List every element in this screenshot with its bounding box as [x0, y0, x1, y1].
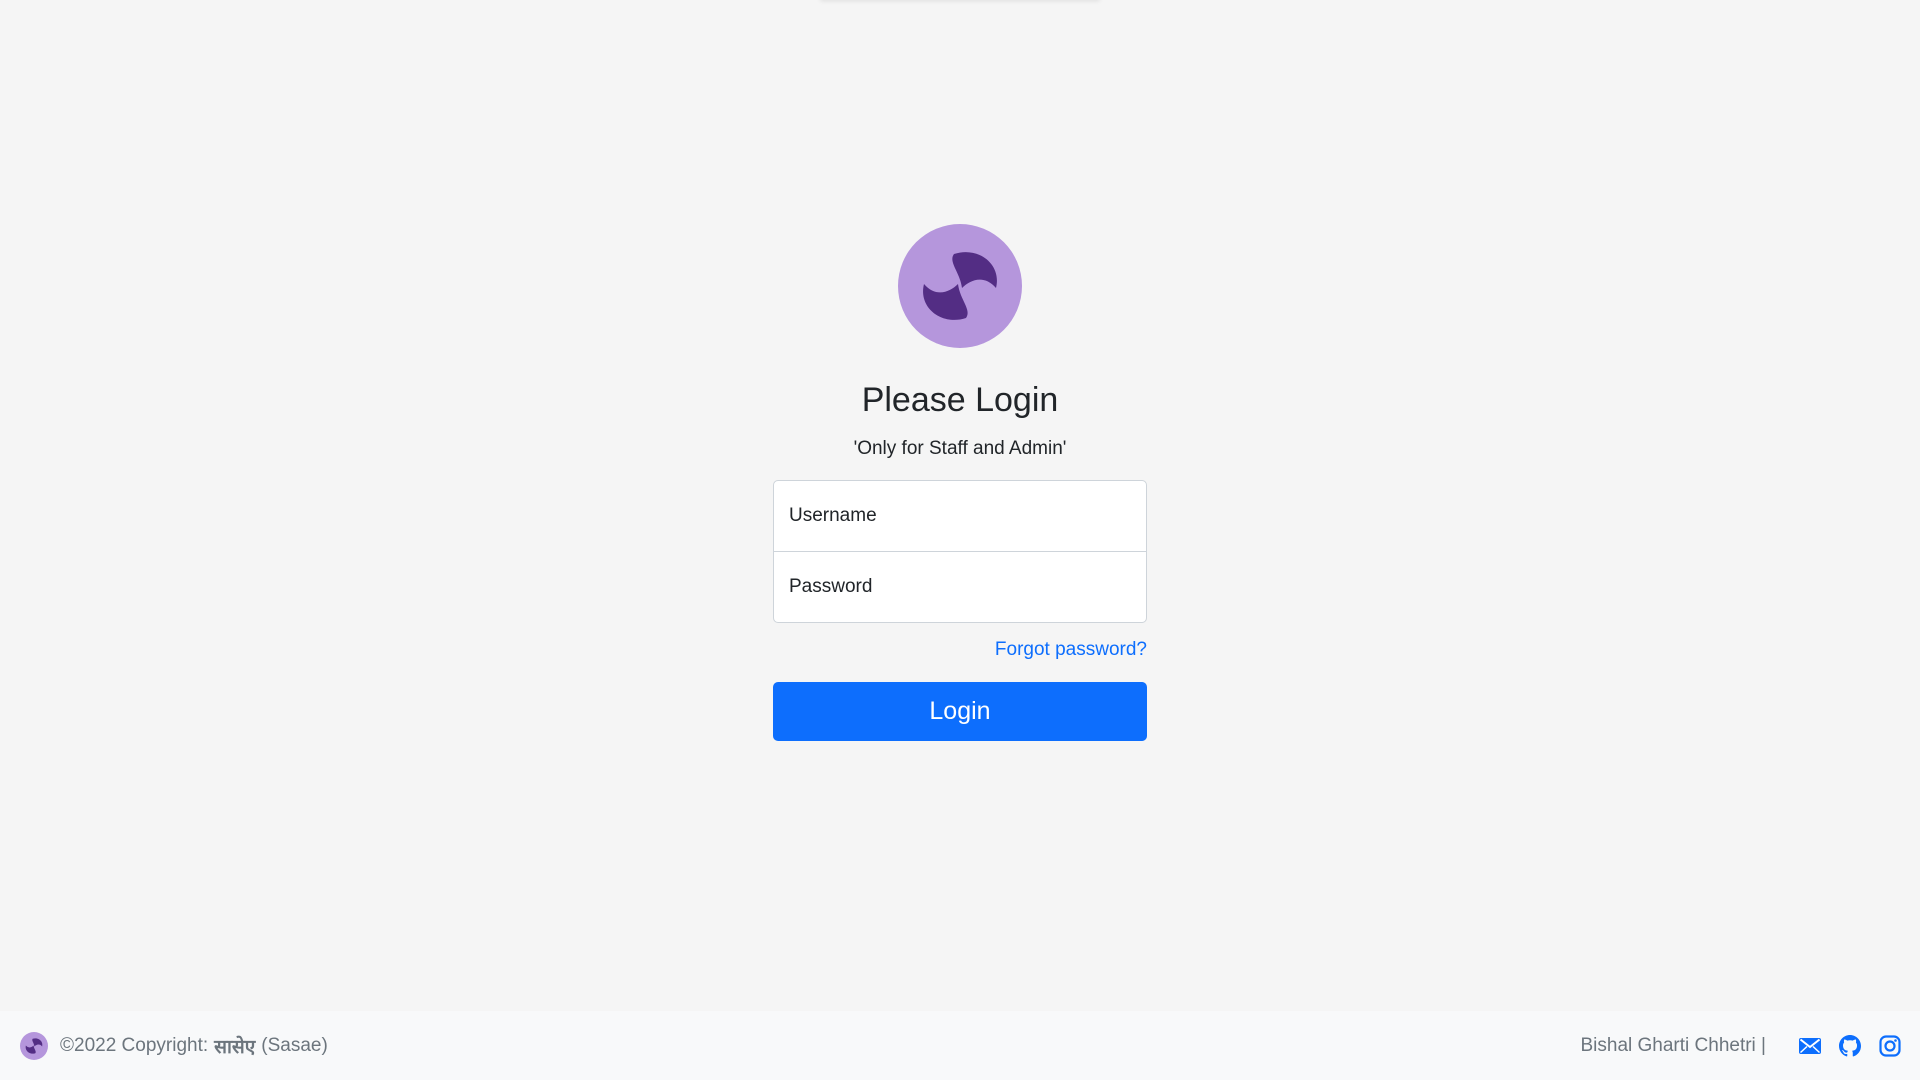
login-form: Please Login 'Only for Staff and Admin' … [773, 224, 1147, 741]
sasae-logo-icon [898, 224, 1022, 348]
login-button[interactable]: Login [773, 682, 1147, 741]
author-name: Bishal Gharti Chhetri | [1580, 1034, 1766, 1056]
brand-native-name: सासेए [214, 1036, 256, 1058]
copyright-text: ©2022 Copyright: [60, 1034, 209, 1056]
github-icon[interactable] [1838, 1034, 1862, 1058]
footer-links: Bishal Gharti Chhetri | [1580, 1034, 1902, 1058]
footer: ©2022 Copyright: सासेए (Sasae) Bishal Gh… [0, 1011, 1920, 1080]
forgot-row: Forgot password? [773, 637, 1147, 663]
password-input[interactable] [773, 551, 1147, 623]
username-input[interactable] [773, 480, 1147, 552]
login-page: Please Login 'Only for Staff and Admin' … [0, 0, 1920, 1080]
page-subtitle: 'Only for Staff and Admin' [853, 438, 1067, 459]
instagram-icon[interactable] [1878, 1034, 1902, 1058]
credentials-group [773, 480, 1147, 623]
sasae-logo-icon [20, 1031, 48, 1060]
page-title: Please Login [861, 381, 1059, 419]
brand-latin-name: (Sasae) [261, 1034, 328, 1056]
footer-copyright: ©2022 Copyright: सासेए (Sasae) [20, 1031, 328, 1060]
forgot-password-link[interactable]: Forgot password? [995, 639, 1147, 660]
mail-icon[interactable] [1798, 1034, 1822, 1058]
